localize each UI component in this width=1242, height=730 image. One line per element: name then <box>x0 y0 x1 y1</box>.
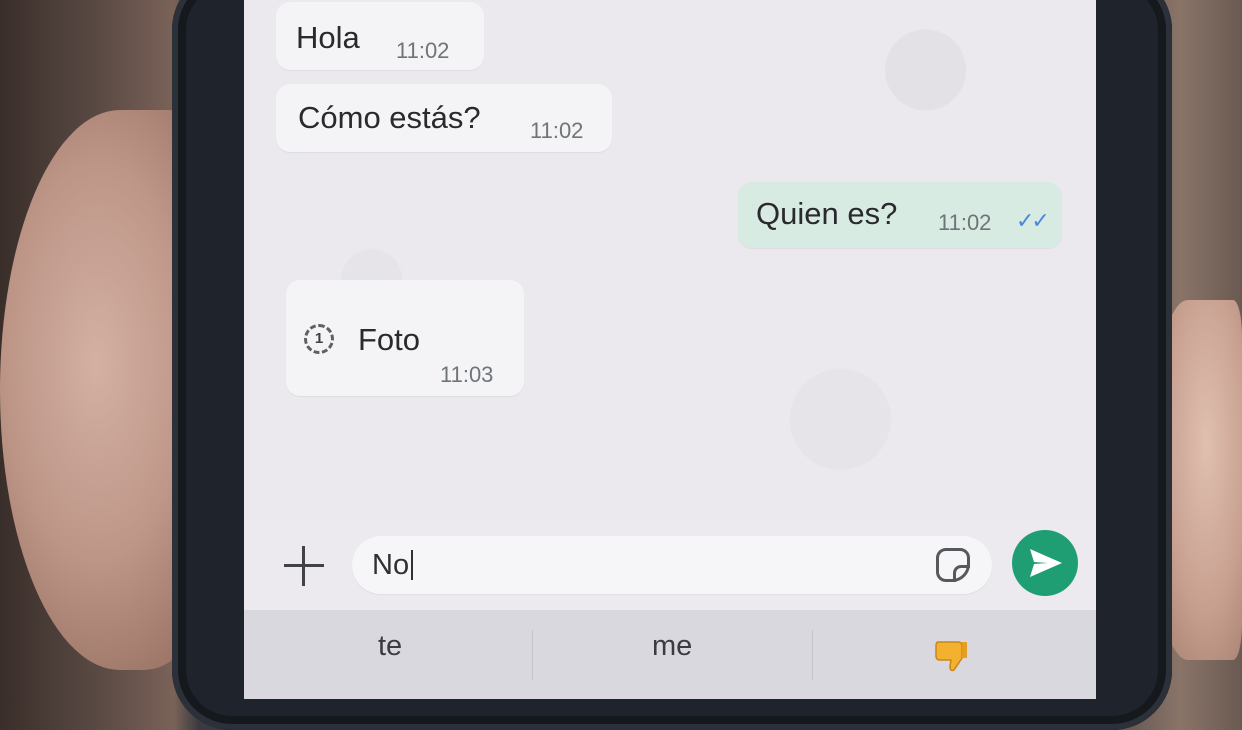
suggestion-item[interactable]: te <box>378 630 402 663</box>
message-text: Hola <box>296 20 360 55</box>
message-time: 11:02 <box>938 210 992 235</box>
keyboard-suggestion-bar: te me <box>244 610 1096 699</box>
chat-screen: Hola 11:02 Cómo estás? 11:02 Quien es? 1… <box>244 0 1096 699</box>
plus-icon[interactable] <box>282 544 326 588</box>
thumbs-down-emoji-icon[interactable] <box>934 638 968 674</box>
view-once-counter: 1 <box>314 330 324 347</box>
send-button[interactable] <box>1012 530 1078 596</box>
view-once-icon: 1 <box>304 324 334 354</box>
message-time: 11:02 <box>530 118 584 143</box>
message-composer: No <box>244 522 1096 610</box>
incoming-photo-message[interactable]: 1 Foto 11:03 <box>286 280 524 396</box>
message-text: Foto <box>358 322 421 357</box>
sticker-icon[interactable] <box>936 548 970 582</box>
message-time: 11:02 <box>396 38 450 63</box>
suggestion-divider <box>532 630 533 680</box>
message-time: 11:03 <box>440 362 494 387</box>
suggestion-item[interactable]: me <box>652 630 692 663</box>
message-input-text: No <box>372 550 414 580</box>
outgoing-message[interactable]: Quien es? 11:02 ✓✓ <box>738 182 1062 248</box>
incoming-message[interactable]: Hola 11:02 <box>276 2 484 70</box>
suggestion-divider <box>812 630 813 680</box>
message-text: Quien es? <box>756 196 898 231</box>
double-check-read-icon: ✓✓ <box>1016 208 1050 233</box>
message-input[interactable]: No <box>352 536 992 594</box>
send-icon <box>1030 549 1062 577</box>
message-text: Cómo estás? <box>298 100 481 135</box>
incoming-message[interactable]: Cómo estás? 11:02 <box>276 84 612 152</box>
